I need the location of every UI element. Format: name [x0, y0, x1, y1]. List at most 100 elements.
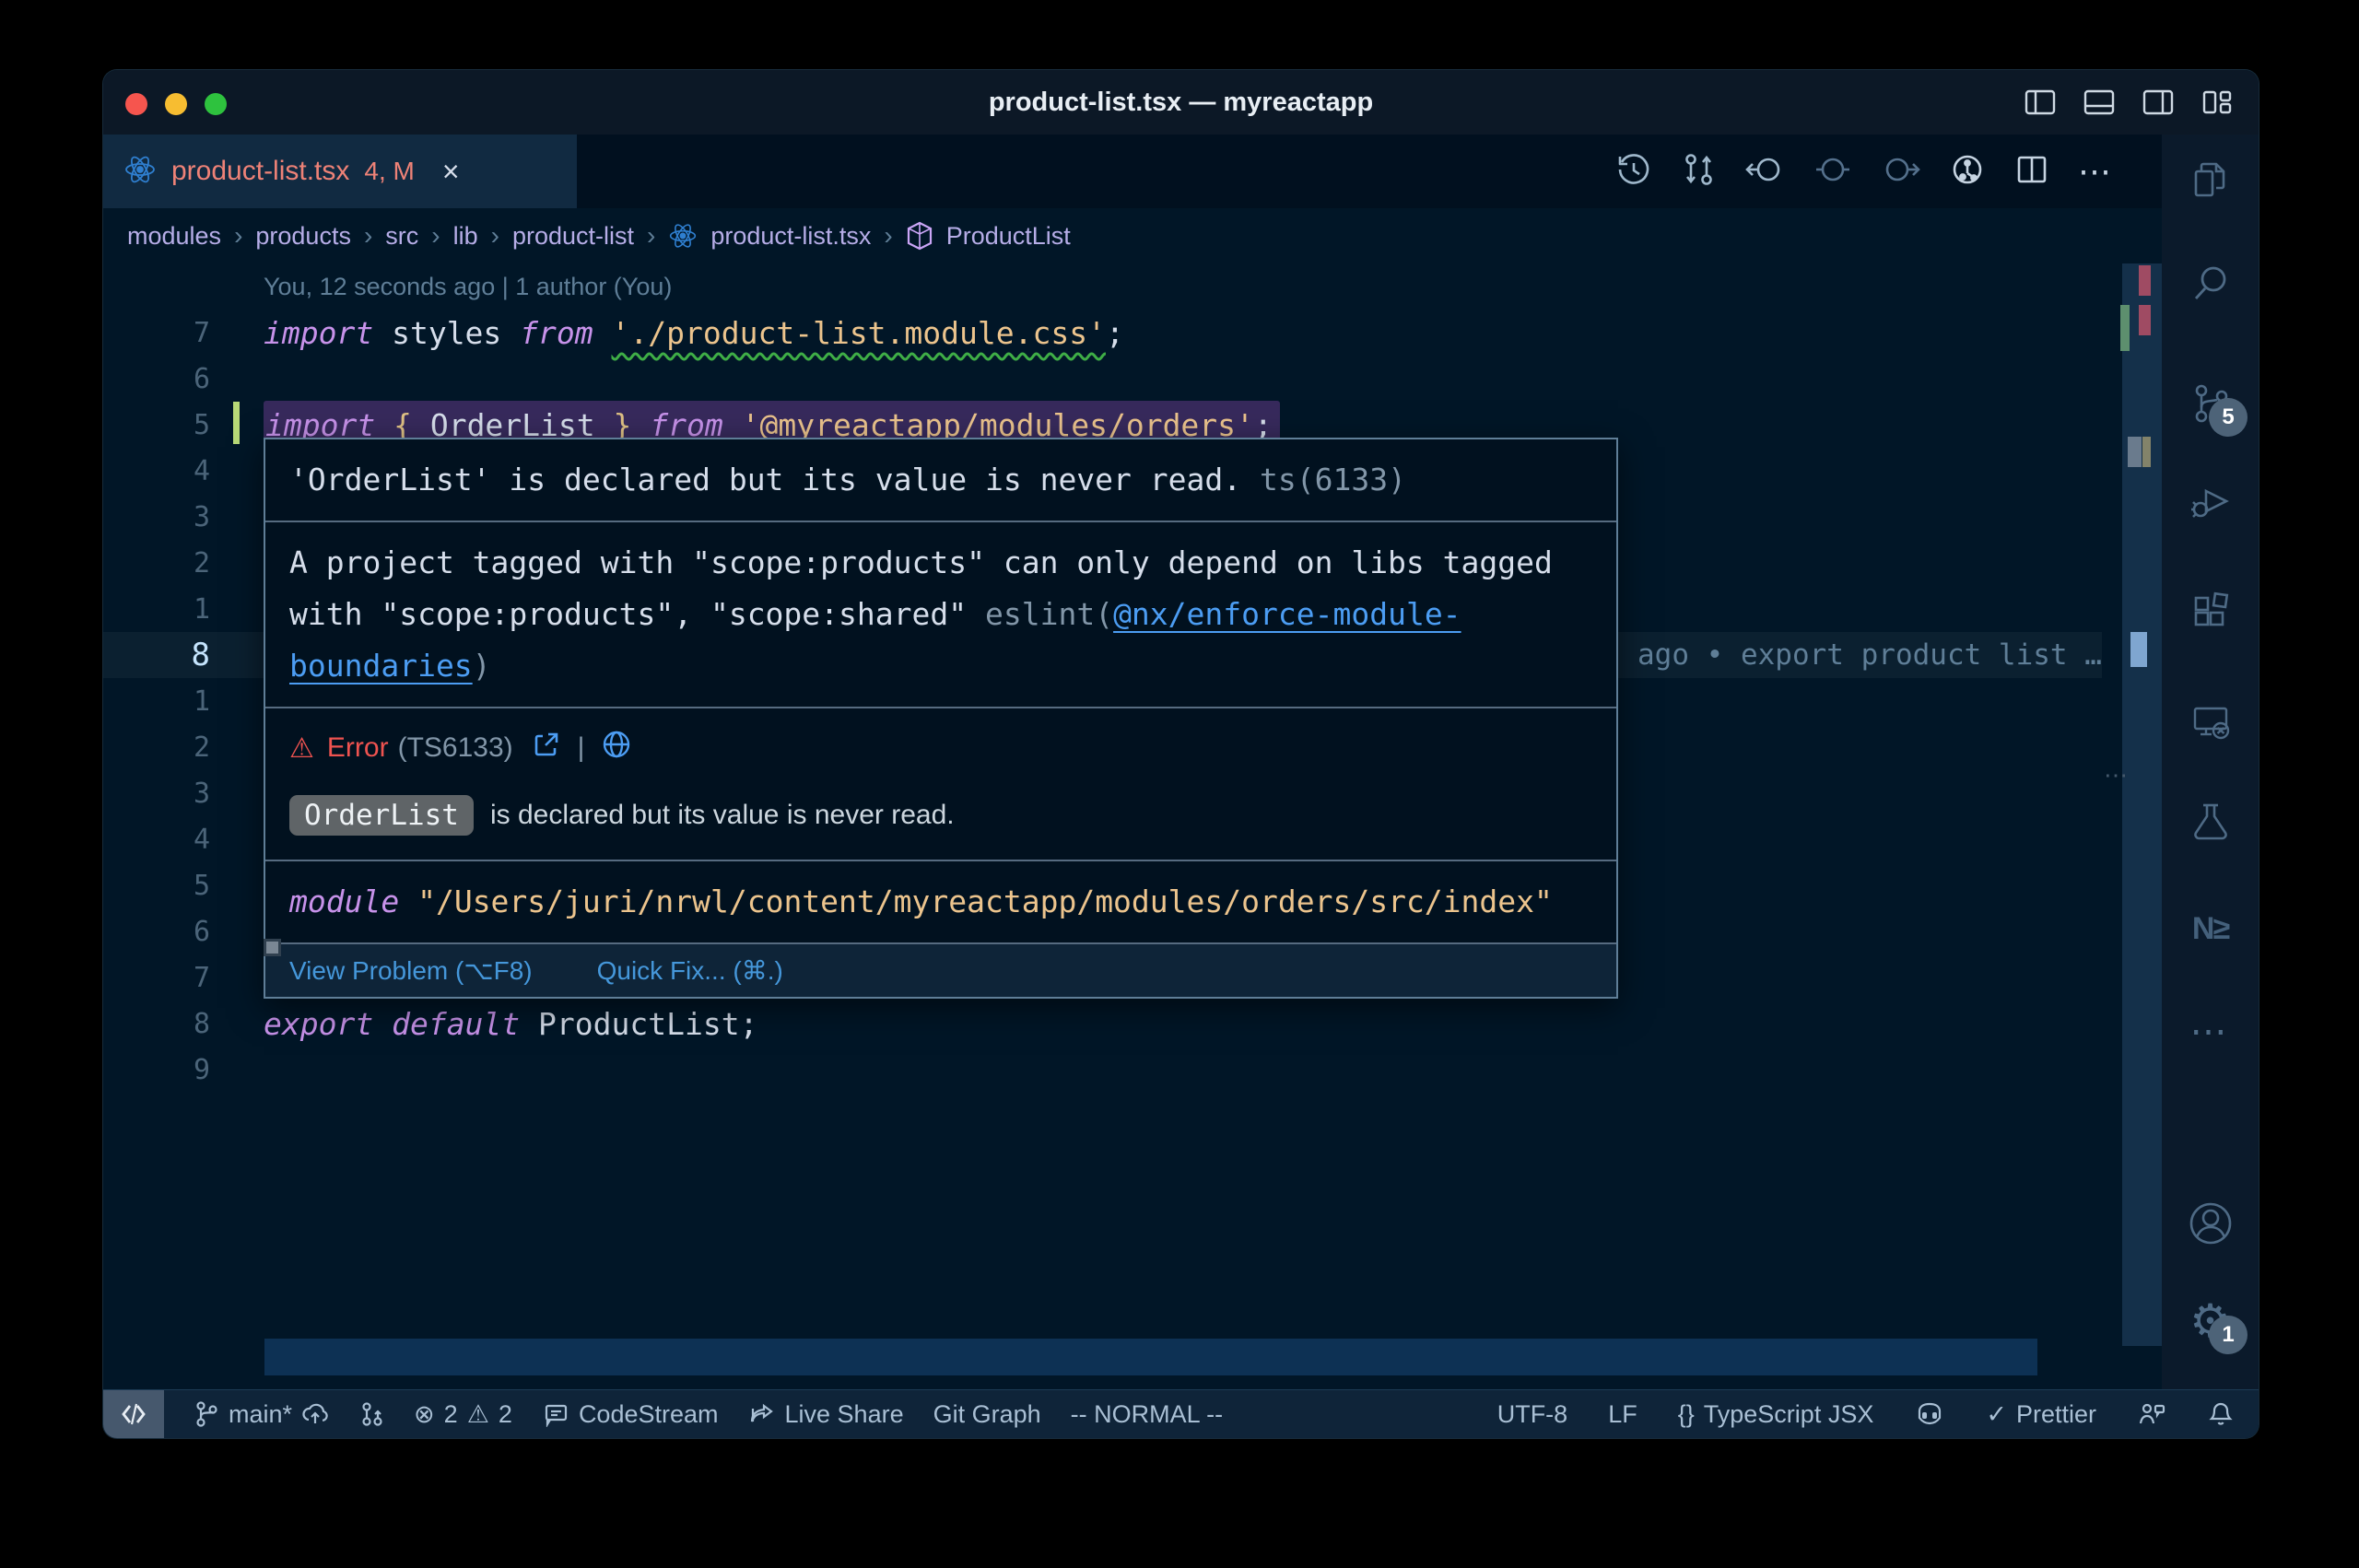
check-icon: ✓	[1986, 1400, 2007, 1429]
code-line: 8 export default ProductList;	[103, 1000, 2102, 1047]
line-number: 3	[103, 778, 264, 810]
git-branch-status[interactable]: main*	[194, 1400, 329, 1429]
remote-explorer-icon[interactable]	[2162, 695, 2259, 750]
line-number: 9	[103, 1054, 264, 1086]
testing-icon[interactable]	[2162, 792, 2259, 848]
more-actions-icon[interactable]: ⋯	[2078, 152, 2114, 191]
navigate-forward-icon[interactable]	[1881, 151, 1921, 193]
ruler-added-mark	[2120, 305, 2130, 351]
search-icon[interactable]	[2162, 255, 2259, 310]
breadcrumb-products[interactable]: products	[255, 222, 351, 251]
editor-pane[interactable]: You, 12 seconds ago | 1 author (You) 7 i…	[103, 263, 2162, 1390]
minimap-slider[interactable]	[2122, 263, 2162, 1346]
tab-label: product-list.tsx	[171, 156, 349, 187]
live-share-status[interactable]: Live Share	[748, 1400, 904, 1429]
code-line: 9	[103, 1047, 2102, 1093]
vscode-window: product-list.tsx — myreactapp 5	[102, 69, 2259, 1439]
explorer-icon[interactable]	[2162, 153, 2259, 208]
language-mode-status[interactable]: {} TypeScript JSX	[1678, 1400, 1874, 1429]
ruler-mark	[2128, 437, 2142, 467]
settings-gear-icon[interactable]: ⚙ 1	[2162, 1293, 2259, 1349]
minimap-text-dots: ⋯	[2104, 761, 2130, 790]
minimap[interactable]: ⋯	[2102, 263, 2162, 1390]
git-graph-status[interactable]: Git Graph	[933, 1400, 1041, 1429]
breadcrumb: modules › products › src › lib › product…	[103, 208, 2162, 263]
line-number: 2	[103, 547, 264, 579]
tab-close-icon[interactable]: ×	[442, 155, 460, 189]
horizontal-scrollbar[interactable]	[264, 1339, 2037, 1375]
breadcrumb-product-list[interactable]: product-list	[512, 222, 634, 251]
codestream-status[interactable]: CodeStream	[542, 1400, 719, 1429]
split-editor-icon[interactable]	[2013, 151, 2050, 193]
extensions-icon[interactable]	[2162, 581, 2259, 637]
source-control-badge: 5	[2209, 398, 2248, 437]
warning-count: 2	[499, 1400, 512, 1429]
toggle-panel-icon[interactable]	[2082, 85, 2117, 120]
breadcrumb-separator: ›	[491, 221, 499, 251]
customize-layout-icon[interactable]	[2200, 85, 2235, 120]
line-number: 3	[103, 501, 264, 533]
remote-indicator[interactable]	[103, 1390, 164, 1438]
line-number: 1	[103, 593, 264, 626]
notifications-bell-icon[interactable]	[2207, 1400, 2235, 1428]
feedback-icon[interactable]	[2137, 1400, 2166, 1428]
breadcrumb-separator: ›	[884, 221, 892, 251]
git-actions-status[interactable]	[358, 1400, 384, 1428]
error-code: (TS6133)	[398, 732, 513, 764]
line-number: 6	[103, 363, 264, 395]
account-icon[interactable]	[2162, 1196, 2259, 1251]
window-title: product-list.tsx — myreactapp	[103, 70, 2259, 135]
problems-status[interactable]: ⊗ 2 ⚠ 2	[414, 1400, 512, 1429]
tab-product-list[interactable]: product-list.tsx 4, M ×	[103, 135, 577, 208]
settings-badge: 1	[2209, 1316, 2248, 1354]
toggle-secondary-sidebar-icon[interactable]	[2141, 85, 2176, 120]
compare-changes-icon[interactable]	[1680, 151, 1717, 193]
toggle-primary-sidebar-icon[interactable]	[2023, 85, 2058, 120]
breadcrumb-src[interactable]: src	[385, 222, 418, 251]
encoding-status[interactable]: UTF-8	[1497, 1400, 1568, 1429]
vim-mode-status[interactable]: -- NORMAL --	[1071, 1400, 1223, 1429]
current-line-number: 8	[103, 637, 264, 673]
line-number: 5	[103, 870, 264, 902]
react-icon	[123, 153, 157, 191]
run-file-icon[interactable]	[1949, 151, 1986, 193]
activity-bar: 5 N≥ ⋯ ⚙ 1	[2161, 135, 2259, 1390]
navigate-position-icon[interactable]	[1813, 151, 1853, 193]
eol-status[interactable]: LF	[1608, 1400, 1637, 1429]
breadcrumb-separator: ›	[647, 221, 655, 251]
separator: |	[578, 732, 585, 764]
inline-blame-annotation: ago • export product list …	[1637, 632, 2102, 678]
eslint-rule-link[interactable]: @nx/enforce-module-	[1113, 596, 1461, 632]
source-control-icon[interactable]: 5	[2162, 376, 2259, 431]
globe-icon[interactable]	[601, 729, 632, 767]
react-icon	[668, 221, 698, 251]
symbol-chip: OrderList	[289, 795, 474, 836]
ruler-error-mark	[2139, 265, 2151, 296]
eslint-rule-link[interactable]: boundaries	[289, 648, 473, 684]
nx-console-icon[interactable]: N≥	[2162, 901, 2259, 956]
additional-views-icon[interactable]: ⋯	[2162, 1004, 2259, 1059]
timeline-history-icon[interactable]	[1615, 151, 1652, 193]
tab-problem-badge: 4, M	[364, 157, 414, 186]
quick-fix-link[interactable]: Quick Fix... (⌘.)	[597, 955, 783, 986]
navigate-back-icon[interactable]	[1744, 151, 1785, 193]
braces-icon: {}	[1678, 1400, 1695, 1429]
ruler-cursor-mark	[2130, 632, 2147, 667]
breadcrumb-lib[interactable]: lib	[453, 222, 478, 251]
popup-resize-handle[interactable]	[264, 939, 281, 956]
view-problem-link[interactable]: View Problem (⌥F8)	[289, 955, 533, 986]
line-number: 7	[103, 962, 264, 994]
hover-diagnostic-popup: 'OrderList' is declared but its value is…	[264, 438, 1618, 999]
prettier-status[interactable]: ✓ Prettier	[1986, 1400, 2096, 1429]
modified-line-gutter-marker	[233, 402, 240, 444]
blame-annotation-row: You, 12 seconds ago | 1 author (You)	[103, 263, 2102, 310]
error-message: is declared but its value is never read.	[490, 800, 955, 831]
copilot-status[interactable]	[1914, 1400, 1945, 1428]
line-number: 4	[103, 455, 264, 487]
open-external-icon[interactable]	[532, 730, 561, 766]
run-debug-icon[interactable]	[2162, 474, 2259, 529]
tab-bar: product-list.tsx 4, M ×	[103, 135, 2162, 208]
breadcrumb-modules[interactable]: modules	[127, 222, 221, 251]
breadcrumb-file[interactable]: product-list.tsx	[710, 222, 871, 251]
breadcrumb-symbol[interactable]: ProductList	[946, 222, 1071, 251]
